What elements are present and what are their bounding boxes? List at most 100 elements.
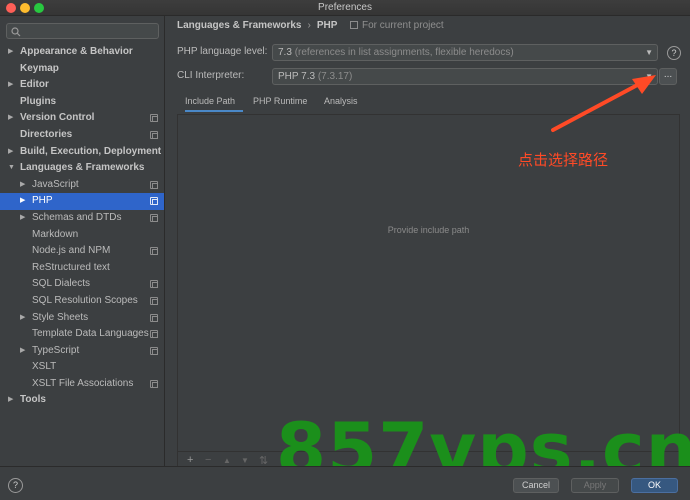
project-scope-icon bbox=[150, 280, 158, 289]
tab-analysis[interactable]: Analysis bbox=[324, 94, 358, 112]
settings-search-input[interactable] bbox=[6, 23, 159, 39]
move-down-icon[interactable]: ▼ bbox=[241, 456, 249, 465]
breadcrumb: Languages & Frameworks › PHP For current p… bbox=[177, 20, 444, 31]
language-level-hint: (references in list assignments, flexibl… bbox=[294, 47, 514, 58]
chevron-right-icon[interactable]: ▶ bbox=[20, 310, 25, 327]
sidebar-item-restructured-text[interactable]: ReStructured text bbox=[0, 260, 164, 277]
ok-button[interactable]: OK bbox=[631, 478, 678, 493]
sidebar-item-javascript[interactable]: ▶ JavaScript bbox=[0, 177, 164, 194]
project-scope-icon bbox=[150, 296, 158, 305]
sidebar-item-label: SQL Dialects bbox=[32, 278, 90, 290]
sidebar-item-label: Directories bbox=[20, 128, 73, 140]
settings-sidebar: ▶ Appearance & Behavior Keymap ▶ Editor Plugi… bbox=[0, 16, 165, 466]
window-title: Preferences bbox=[318, 2, 372, 13]
sidebar-item-template-data-languages[interactable]: Template Data Languages bbox=[0, 326, 164, 343]
chevron-right-icon[interactable]: ▶ bbox=[8, 44, 13, 61]
sidebar-item-markdown[interactable]: Markdown bbox=[0, 227, 164, 244]
sidebar-item-build-execution-deployment[interactable]: ▶ Build, Execution, Deployment bbox=[0, 144, 164, 161]
chevron-right-icon[interactable]: ▶ bbox=[20, 193, 25, 210]
add-icon[interactable]: + bbox=[187, 454, 193, 466]
sidebar-item-label: XSLT bbox=[32, 361, 57, 373]
project-scope-icon bbox=[150, 313, 158, 322]
sidebar-item-label: Version Control bbox=[20, 112, 95, 124]
chevron-right-icon[interactable]: ▶ bbox=[20, 210, 25, 227]
project-icon bbox=[350, 21, 358, 29]
cli-interpreter-version: (7.3.17) bbox=[317, 71, 353, 82]
project-scope-text: For current project bbox=[362, 20, 444, 31]
sidebar-item-label: Appearance & Behavior bbox=[20, 46, 133, 57]
sidebar-item-label: Node.js and NPM bbox=[32, 245, 111, 257]
cancel-button[interactable]: Cancel bbox=[513, 478, 559, 493]
sidebar-item-version-control[interactable]: ▶ Version Control bbox=[0, 110, 164, 127]
cli-interpreter-select[interactable]: PHP 7.3 (7.3.17) ▼ bbox=[272, 68, 658, 85]
tab-php-runtime[interactable]: PHP Runtime bbox=[253, 94, 307, 112]
sidebar-item-typescript[interactable]: ▶ TypeScript bbox=[0, 343, 164, 360]
sidebar-item-label: JavaScript bbox=[32, 178, 79, 190]
sidebar-item-plugins[interactable]: Plugins bbox=[0, 94, 164, 111]
project-scope-icon bbox=[150, 130, 158, 139]
settings-tree: ▶ Appearance & Behavior Keymap ▶ Editor Plugi… bbox=[0, 44, 164, 409]
sidebar-item-label: Style Sheets bbox=[32, 311, 89, 323]
sidebar-item-directories[interactable]: Directories bbox=[0, 127, 164, 144]
language-level-select[interactable]: 7.3 (references in list assignments, fle… bbox=[272, 44, 658, 61]
remove-icon[interactable]: − bbox=[205, 454, 211, 466]
sidebar-item-appearance-behavior[interactable]: ▶ Appearance & Behavior bbox=[0, 44, 164, 61]
apply-button[interactable]: Apply bbox=[571, 478, 619, 493]
sidebar-item-xslt-file-associations[interactable]: XSLT File Associations bbox=[0, 376, 164, 393]
chevron-right-icon[interactable]: ▶ bbox=[8, 110, 13, 127]
sidebar-item-label: Markdown bbox=[32, 228, 79, 240]
chevron-right-icon[interactable]: ▶ bbox=[8, 144, 13, 161]
sidebar-item-label: Schemas and DTDs bbox=[32, 211, 122, 223]
sidebar-item-languages-frameworks[interactable]: ▼ Languages & Frameworks bbox=[0, 160, 164, 177]
sidebar-item-label: PHP bbox=[32, 195, 53, 207]
search-icon bbox=[11, 27, 21, 37]
sidebar-item-label: TypeScript bbox=[32, 344, 80, 356]
dialog-footer: ? Cancel Apply OK bbox=[0, 466, 690, 500]
breadcrumb-current: PHP bbox=[316, 20, 338, 31]
project-scope-icon bbox=[150, 247, 158, 256]
move-up-icon[interactable]: ▲ bbox=[223, 456, 231, 465]
sidebar-item-label: SQL Resolution Scopes bbox=[32, 294, 138, 306]
chevron-right-icon[interactable]: ▶ bbox=[8, 77, 13, 94]
sidebar-item-xslt[interactable]: XSLT bbox=[0, 359, 164, 376]
project-scope-icon bbox=[150, 180, 158, 189]
sidebar-item-style-sheets[interactable]: ▶ Style Sheets bbox=[0, 310, 164, 327]
sidebar-item-label: Build, Execution, Deployment bbox=[20, 145, 162, 157]
chevron-down-icon: ▼ bbox=[645, 48, 653, 57]
breadcrumb-parent[interactable]: Languages & Frameworks bbox=[177, 20, 301, 31]
sidebar-item-label: Editor bbox=[20, 79, 49, 91]
sidebar-item-php[interactable]: ▶ PHP bbox=[0, 193, 164, 210]
sidebar-item-editor[interactable]: ▶ Editor bbox=[0, 77, 164, 94]
sidebar-item-sql-dialects[interactable]: SQL Dialects bbox=[0, 276, 164, 293]
chevron-right-icon[interactable]: ▶ bbox=[20, 343, 25, 360]
cli-interpreter-value: PHP 7.3 bbox=[278, 71, 316, 82]
browse-interpreter-button[interactable]: ... bbox=[659, 68, 677, 85]
chevron-right-icon[interactable]: ▶ bbox=[20, 177, 25, 194]
chevron-down-icon[interactable]: ▼ bbox=[8, 160, 15, 177]
sidebar-item-label: XSLT File Associations bbox=[32, 377, 134, 389]
tab-include-path[interactable]: Include Path bbox=[185, 94, 243, 112]
help-icon[interactable]: ? bbox=[667, 46, 681, 60]
sidebar-item-tools[interactable]: ▶ Tools bbox=[0, 392, 164, 409]
sidebar-item-keymap[interactable]: Keymap bbox=[0, 61, 164, 78]
annotation-text: 点击选择路径 bbox=[518, 151, 609, 169]
project-scope-icon bbox=[150, 197, 158, 206]
project-scope-icon bbox=[150, 330, 158, 339]
chevron-right-icon[interactable]: ▶ bbox=[8, 392, 13, 409]
project-scope-note: For current project bbox=[350, 20, 444, 31]
sidebar-item-schemas-and-dtds[interactable]: ▶ Schemas and DTDs bbox=[0, 210, 164, 227]
chevron-down-icon: ▼ bbox=[645, 72, 653, 81]
sidebar-item-label: Tools bbox=[20, 394, 46, 406]
php-settings-panel: Languages & Frameworks › PHP For current p… bbox=[166, 16, 690, 470]
help-icon[interactable]: ? bbox=[8, 478, 23, 493]
sidebar-item-label: ReStructured text bbox=[32, 261, 110, 273]
sidebar-item-label: Languages & Frameworks bbox=[20, 162, 145, 174]
sidebar-item-node-js-and-npm[interactable]: Node.js and NPM bbox=[0, 243, 164, 260]
sidebar-item-sql-resolution-scopes[interactable]: SQL Resolution Scopes bbox=[0, 293, 164, 310]
sidebar-item-label: Keymap bbox=[20, 62, 59, 74]
project-scope-icon bbox=[150, 346, 158, 355]
cli-interpreter-label: CLI Interpreter: bbox=[177, 70, 245, 81]
window-titlebar: Preferences bbox=[0, 0, 690, 16]
language-level-label: PHP language level: bbox=[177, 46, 268, 57]
empty-state-text: Provide include path bbox=[387, 225, 470, 235]
